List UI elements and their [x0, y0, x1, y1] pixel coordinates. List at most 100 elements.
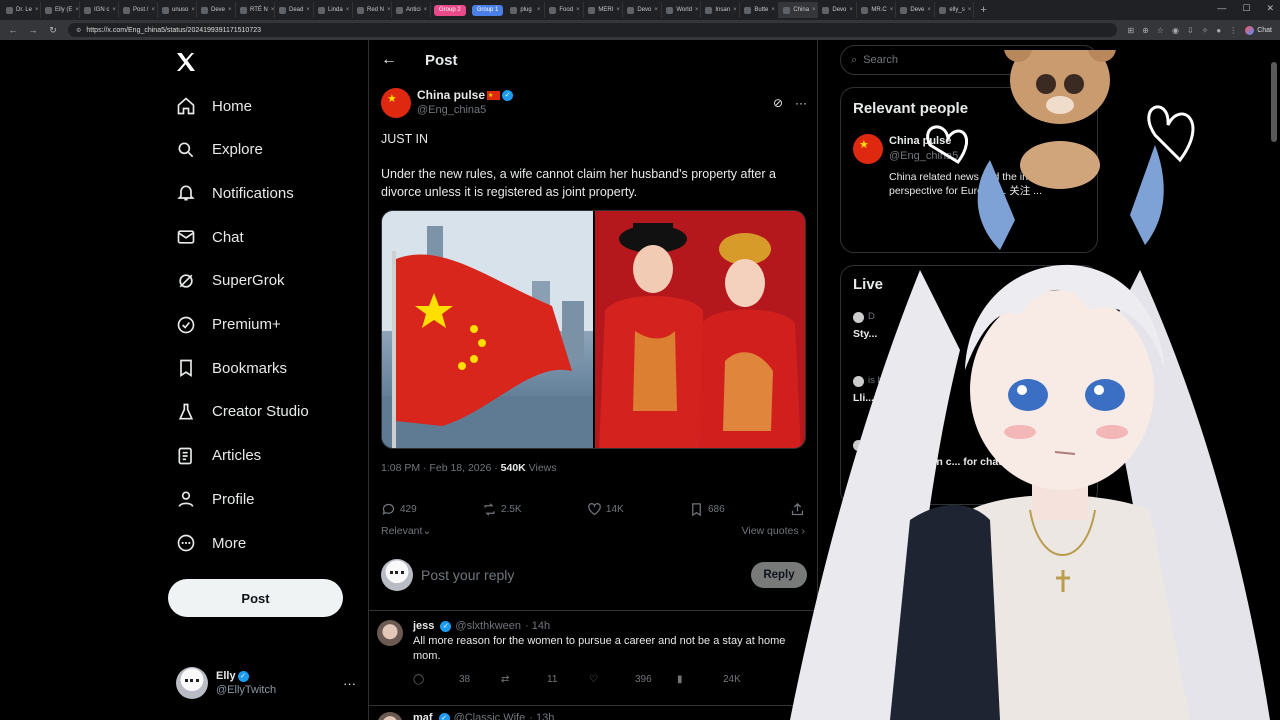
- back-nav-icon[interactable]: ←: [8, 25, 18, 35]
- browser-tab[interactable]: MR.C ×: [857, 2, 897, 18]
- relevant-person[interactable]: China pulse @Eng_china5: [853, 134, 958, 164]
- browser-tab[interactable]: MERI ×: [584, 2, 624, 18]
- tab-close-icon[interactable]: ×: [576, 7, 580, 13]
- browser-tab[interactable]: Food ×: [545, 2, 585, 18]
- close-window-icon[interactable]: ✕: [1266, 3, 1274, 14]
- tab-close-icon[interactable]: ×: [346, 7, 350, 13]
- reply-author-name[interactable]: maf: [413, 712, 433, 720]
- tab-close-icon[interactable]: ×: [695, 7, 699, 13]
- browser-tab[interactable]: Dead ×: [275, 2, 314, 18]
- browser-tab[interactable]: elly_s ×: [935, 2, 975, 18]
- sidebar-item-home[interactable]: Home: [176, 91, 252, 121]
- reply-author-handle[interactable]: @Classic Wife: [454, 712, 526, 720]
- tab-close-icon[interactable]: ×: [616, 7, 620, 13]
- flag-photo[interactable]: [382, 211, 593, 448]
- install-icon[interactable]: ⊞: [1127, 26, 1134, 35]
- post-time[interactable]: 1:08 PM · Feb 18, 2026 ·: [381, 462, 501, 474]
- reply-views-action[interactable]: ▮ 24K: [677, 674, 765, 685]
- tab-group-chip[interactable]: Group 2: [434, 4, 466, 16]
- browser-tab[interactable]: IGN c ×: [80, 2, 119, 18]
- url-field[interactable]: ⚙ https://x.com/Eng_china5/status/202419…: [68, 23, 1118, 37]
- tab-close-icon[interactable]: ×: [191, 7, 195, 13]
- sidebar-item-premium[interactable]: Premium+: [176, 310, 281, 340]
- tab-close-icon[interactable]: ×: [151, 7, 155, 13]
- browser-tab[interactable]: Insan ×: [701, 2, 741, 18]
- reload-icon[interactable]: ↻: [48, 25, 58, 36]
- browser-tab[interactable]: World ×: [662, 2, 702, 18]
- tab-group-chip[interactable]: Group 1: [471, 4, 504, 16]
- menu-icon[interactable]: ⋮: [1229, 26, 1237, 35]
- account-switcher[interactable]: Elly ✓ @EllyTwitch ···: [176, 667, 356, 699]
- browser-tab[interactable]: Devo ×: [623, 2, 663, 18]
- wedding-photo[interactable]: [594, 211, 805, 448]
- grok-icon[interactable]: ⊘: [773, 96, 783, 110]
- tab-close-icon[interactable]: ×: [771, 7, 775, 13]
- live-item[interactable]: is hosting Lli... Mueri on T...: [853, 374, 1093, 405]
- browser-tab[interactable]: Elly (E ×: [41, 2, 80, 18]
- sidebar-item-articles[interactable]: Articles: [176, 441, 261, 471]
- browser-tab[interactable]: Butte ×: [740, 2, 780, 18]
- tab-close-icon[interactable]: ×: [228, 7, 232, 13]
- share-action[interactable]: [790, 502, 805, 517]
- like-action[interactable]: 14K: [587, 502, 624, 517]
- tab-close-icon[interactable]: ×: [849, 7, 853, 13]
- star-icon[interactable]: ☆: [1157, 26, 1164, 35]
- reply-time[interactable]: · 14h: [525, 620, 550, 632]
- tab-close-icon[interactable]: ×: [812, 7, 816, 13]
- download-icon[interactable]: ⇩: [1187, 26, 1194, 35]
- browser-tab[interactable]: Deve ×: [896, 2, 936, 18]
- post-more-icon[interactable]: ···: [795, 96, 807, 110]
- page-scrollbar[interactable]: [1270, 40, 1278, 720]
- minimize-icon[interactable]: —: [1217, 3, 1226, 14]
- sidebar-item-creator-studio[interactable]: Creator Studio: [176, 397, 309, 427]
- relevant-person-name[interactable]: China pulse: [889, 135, 951, 147]
- repost-action[interactable]: 2.5K: [482, 502, 522, 517]
- extension-icon[interactable]: ◉: [1172, 26, 1179, 35]
- browser-tab[interactable]: RTÉ N ×: [236, 2, 275, 18]
- tab-close-icon[interactable]: ×: [271, 7, 274, 13]
- sidebar-item-supergrok[interactable]: SuperGrok: [176, 266, 285, 296]
- browser-tab[interactable]: Linda ×: [314, 2, 353, 18]
- maximize-icon[interactable]: ☐: [1242, 3, 1250, 14]
- author-name[interactable]: China pulse: [417, 88, 485, 102]
- sidebar-item-explore[interactable]: Explore: [176, 135, 263, 165]
- chat-button[interactable]: Chat: [1245, 25, 1272, 35]
- tab-close-icon[interactable]: ×: [424, 7, 428, 13]
- bookmark-action[interactable]: 686: [689, 502, 725, 517]
- tab-close-icon[interactable]: ×: [306, 7, 310, 13]
- view-quotes-link[interactable]: View quotes ›: [742, 525, 805, 537]
- back-arrow-icon[interactable]: ←: [381, 51, 397, 69]
- tab-close-icon[interactable]: ×: [75, 7, 79, 13]
- reply-author-name[interactable]: jess: [413, 620, 434, 632]
- profile-icon[interactable]: ●: [1216, 26, 1221, 35]
- x-logo[interactable]: [174, 50, 198, 74]
- reply-author-handle[interactable]: @slxthkween: [455, 620, 521, 632]
- search-input[interactable]: ⌕ Search: [840, 45, 1098, 75]
- browser-tab[interactable]: Red N ×: [353, 2, 392, 18]
- tab-close-icon[interactable]: ×: [35, 7, 39, 13]
- reply-avatar[interactable]: [377, 712, 403, 720]
- browser-tab[interactable]: Deve ×: [197, 2, 236, 18]
- compose-post-button[interactable]: Post: [168, 579, 343, 617]
- account-more-icon[interactable]: ···: [343, 676, 356, 691]
- sidebar-item-chat[interactable]: Chat: [176, 222, 244, 252]
- author-avatar[interactable]: [381, 88, 411, 118]
- tab-close-icon[interactable]: ×: [654, 7, 658, 13]
- reply-input[interactable]: Post your reply: [421, 567, 743, 583]
- sort-dropdown[interactable]: Relevant⌄: [381, 525, 431, 537]
- reply-repost-action[interactable]: ⇄ 11: [501, 674, 589, 685]
- browser-tab[interactable]: Dr. Le ×: [2, 2, 41, 18]
- site-info-icon[interactable]: ⚙: [76, 27, 81, 34]
- scrollbar-thumb[interactable]: [1271, 62, 1277, 142]
- live-item[interactable]: is hosting ...e oni illustration c... fo…: [853, 438, 1093, 469]
- reply-item[interactable]: maf ✓ @Classic Wife · 13h: [377, 712, 807, 720]
- sidebar-item-profile[interactable]: Profile: [176, 484, 255, 514]
- sidebar-item-notifications[interactable]: Notifications: [176, 178, 294, 208]
- tab-close-icon[interactable]: ×: [968, 7, 972, 13]
- browser-tab[interactable]: Devo ×: [818, 2, 858, 18]
- browser-tab[interactable]: unuso ×: [158, 2, 197, 18]
- live-item[interactable]: D Sty...: [853, 310, 1093, 341]
- browser-tab[interactable]: China ×: [779, 2, 819, 18]
- browser-tab[interactable]: plug ×: [506, 2, 546, 18]
- reply-button[interactable]: Reply: [751, 562, 807, 588]
